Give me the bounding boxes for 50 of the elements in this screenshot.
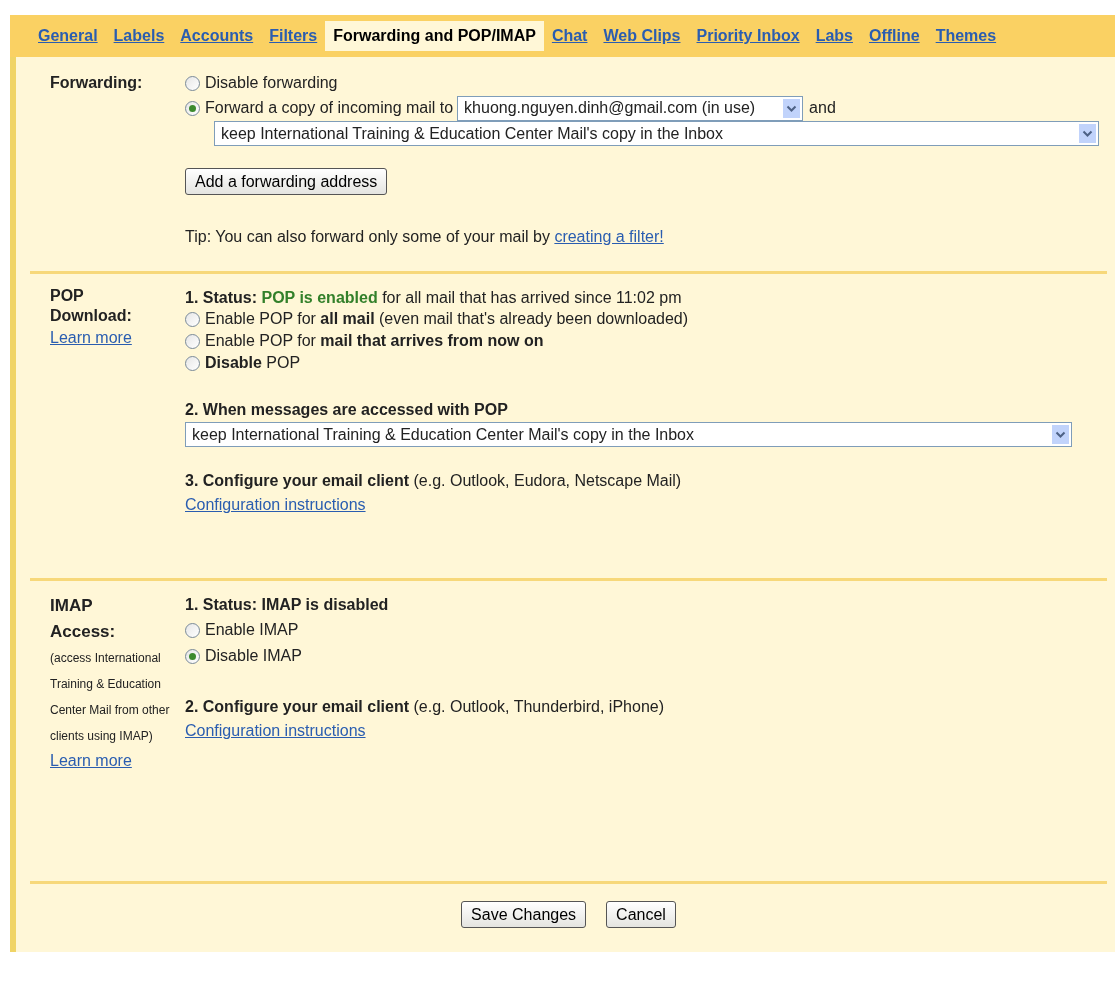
settings-tab[interactable]: Web Clips bbox=[595, 21, 689, 51]
radio-button[interactable] bbox=[185, 355, 200, 371]
settings-tab[interactable]: Labels bbox=[105, 21, 173, 51]
section-label: IMAP Access: bbox=[50, 595, 117, 643]
option-label: Enable POP for all mail (even mail that's already been downloaded) bbox=[205, 309, 689, 329]
push-button[interactable]: Add a forwarding address bbox=[185, 168, 388, 195]
step-heading: 2. When messages are accessed with POP bbox=[185, 400, 509, 420]
status-text: 1. Status: POP is enabled for all mail that has arrived since 11:02 pm bbox=[185, 288, 683, 308]
tip-text: Tip: You can also forward only some of your mail by creating a filter! bbox=[185, 228, 664, 245]
option-label: Enable IMAP bbox=[205, 620, 299, 640]
settings-tab[interactable]: Themes bbox=[927, 21, 1005, 51]
radio-button[interactable] bbox=[185, 100, 200, 116]
step-text: 3. Configure your email client (e.g. Outlook, Eudora, Netscape Mail) bbox=[185, 471, 683, 491]
radio-button[interactable] bbox=[185, 75, 200, 91]
dropdown-field[interactable]: khuong.nguyen.dinh@gmail.com (in use) bbox=[457, 95, 804, 121]
status-text: 1. Status: IMAP is disabled bbox=[185, 595, 390, 615]
option-label: Forward a copy of incoming mail to bbox=[205, 98, 454, 118]
filter-link[interactable]: creating a filter! bbox=[554, 228, 664, 245]
chevron-down-icon bbox=[783, 98, 801, 118]
settings-tab[interactable]: Priority Inbox bbox=[688, 21, 808, 51]
learn-more-link[interactable]: Learn more bbox=[50, 326, 132, 350]
connector-text: and bbox=[809, 98, 836, 118]
option-label: Disable POP bbox=[205, 353, 301, 373]
chevron-down-icon bbox=[1079, 124, 1096, 143]
option-label: Disable forwarding bbox=[205, 73, 338, 93]
chevron-down-icon bbox=[1052, 425, 1069, 444]
settings-tab[interactable]: Labs bbox=[807, 21, 861, 51]
settings-tab[interactable]: Chat bbox=[543, 21, 596, 51]
option-label: Enable POP for mail that arrives from now on bbox=[205, 331, 544, 351]
push-button[interactable]: Save Changes bbox=[461, 901, 587, 928]
settings-tab[interactable]: Offline bbox=[860, 21, 928, 51]
settings-tab[interactable]: Forwarding and POP/IMAP bbox=[325, 21, 544, 51]
configuration-link[interactable]: Configuration instructions bbox=[185, 719, 366, 743]
configuration-link[interactable]: Configuration instructions bbox=[185, 493, 366, 517]
section-label: Forwarding: bbox=[49, 73, 144, 93]
learn-more-link[interactable]: Learn more bbox=[50, 749, 132, 773]
step-text: 2. Configure your email client (e.g. Outlook, Thunderbird, iPhone) bbox=[185, 697, 664, 717]
settings-tab[interactable]: Accounts bbox=[172, 21, 262, 51]
section-label: POP Download: bbox=[50, 286, 133, 326]
radio-button[interactable] bbox=[185, 333, 200, 349]
push-button[interactable]: Cancel bbox=[606, 901, 676, 928]
settings-tab[interactable]: Filters bbox=[261, 21, 326, 51]
section-note: (access International Training & Education Center Mail from other clients using IMAP) bbox=[50, 650, 171, 745]
option-label: Disable IMAP bbox=[205, 646, 302, 666]
radio-button[interactable] bbox=[185, 311, 200, 327]
radio-button[interactable] bbox=[185, 648, 200, 664]
radio-button[interactable] bbox=[185, 622, 200, 638]
dropdown-field[interactable]: keep International Training & Education Center Mail's copy in the Inbox bbox=[185, 422, 1072, 447]
settings-tab[interactable]: General bbox=[30, 21, 106, 51]
dropdown-field[interactable]: keep International Training & Education Center Mail's copy in the Inbox bbox=[214, 121, 1099, 146]
